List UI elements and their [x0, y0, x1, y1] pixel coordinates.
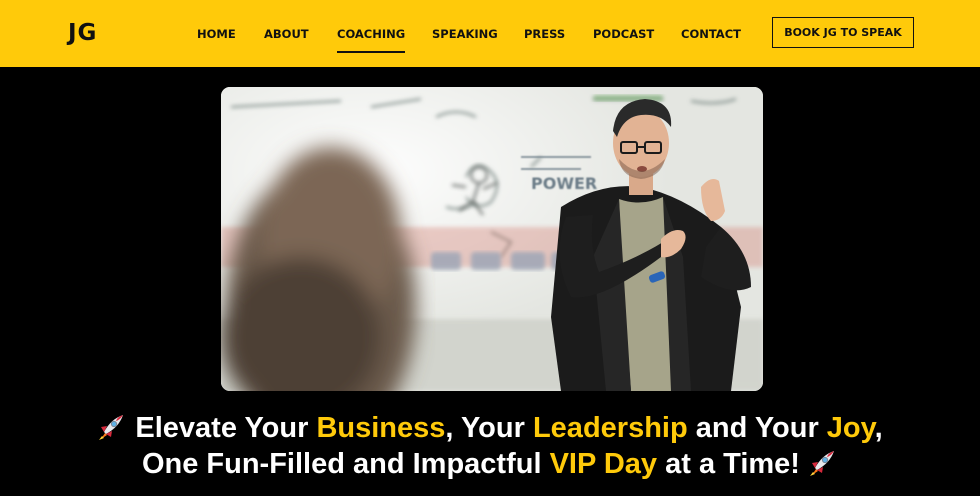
nav-press[interactable]: PRESS — [524, 27, 565, 41]
book-speaker-button[interactable]: BOOK JG TO SPEAK — [772, 17, 914, 48]
nav-podcast[interactable]: PODCAST — [593, 27, 654, 41]
whiteboard-text: POWER — [531, 174, 597, 193]
highlight-leadership: Leadership — [532, 412, 688, 444]
hero-image: POWER — [221, 87, 763, 391]
headline-text-1: Elevate Your — [135, 412, 317, 444]
rocket-icon — [810, 451, 835, 476]
nav-coaching[interactable]: COACHING — [337, 27, 406, 53]
highlight-business: Business — [316, 412, 446, 444]
site-logo[interactable]: JG — [68, 20, 97, 46]
headline-text-3: and Your — [687, 412, 827, 444]
highlight-joy: Joy — [826, 412, 875, 444]
hero-headline: Elevate Your Business, Your Leadership a… — [0, 410, 980, 482]
headline-line-1: Elevate Your Business, Your Leadership a… — [0, 410, 980, 446]
nav-home[interactable]: HOME — [197, 27, 236, 41]
headline-text-4: , — [874, 412, 883, 444]
nav-contact[interactable]: CONTACT — [681, 27, 741, 41]
headline-line-2: One Fun-Filled and Impactful VIP Day at … — [0, 446, 980, 482]
site-header: JG HOME ABOUT COACHING SPEAKING PRESS PO… — [0, 0, 980, 67]
nav-about[interactable]: ABOUT — [264, 27, 309, 41]
highlight-vip-day: VIP Day — [549, 448, 658, 480]
nav-speaking[interactable]: SPEAKING — [432, 27, 498, 41]
headline-text-2: , Your — [445, 412, 533, 444]
headline-text-5: One Fun-Filled and Impactful — [141, 448, 550, 480]
speaker-photo-illustration: POWER — [221, 87, 763, 391]
headline-text-6: at a Time! — [657, 448, 800, 480]
rocket-icon — [99, 415, 124, 440]
